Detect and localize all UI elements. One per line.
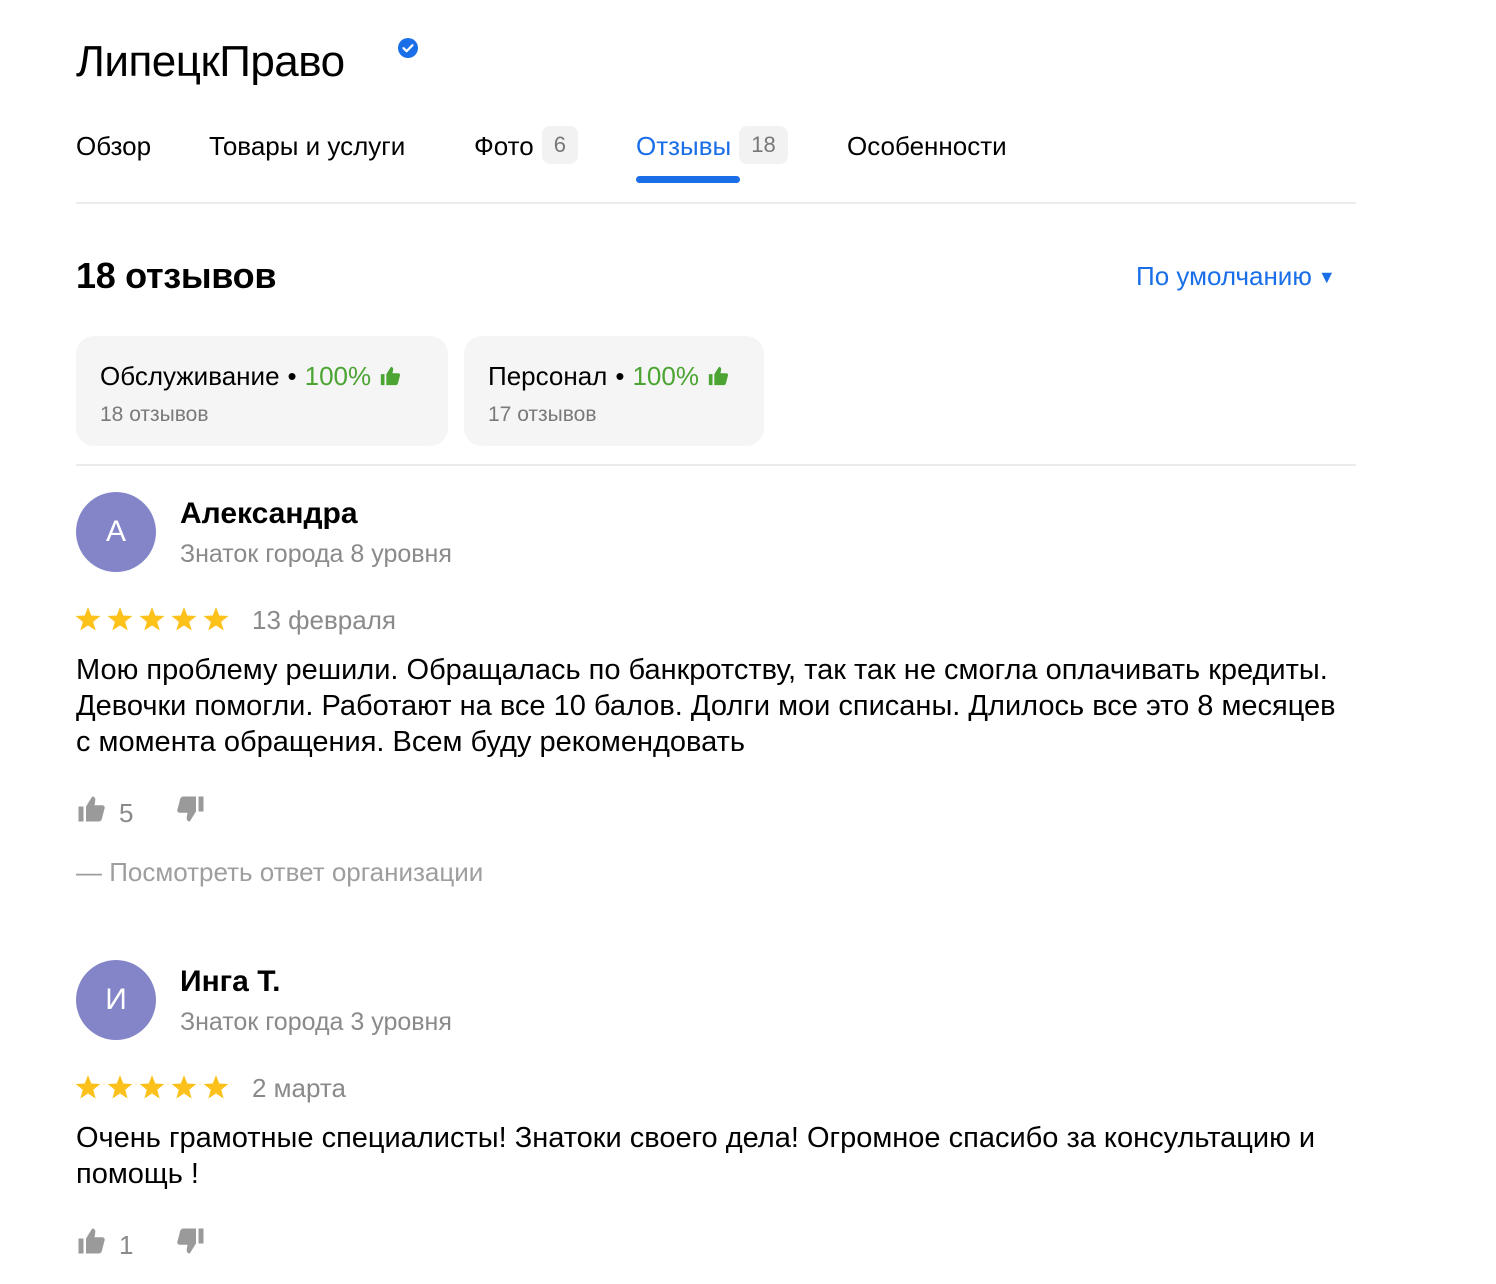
tabs-divider bbox=[76, 202, 1356, 204]
author-level: Знаток города 8 уровня bbox=[180, 540, 452, 568]
star-icon bbox=[107, 1075, 133, 1099]
star-icon bbox=[75, 607, 101, 631]
star-icon bbox=[203, 1075, 229, 1099]
thumb-up-icon bbox=[708, 366, 729, 386]
aspect-percent: 100% bbox=[304, 361, 372, 391]
tab-goods-services[interactable]: Товары и услуги bbox=[209, 126, 405, 166]
star-icon bbox=[139, 1075, 165, 1099]
avatar[interactable]: И bbox=[76, 960, 156, 1040]
review-author[interactable]: Александра bbox=[180, 494, 358, 534]
aspect-name: Персонал bbox=[488, 361, 608, 391]
thumb-up-icon bbox=[78, 1228, 105, 1254]
tab-reviews[interactable]: Отзывы 18 bbox=[636, 126, 788, 166]
thumb-up-icon bbox=[380, 366, 401, 386]
tab-label: Фото bbox=[474, 131, 534, 161]
aspect-card-service[interactable]: Обслуживание • 100% 18 отзывов bbox=[76, 336, 448, 446]
tab-label: Товары и услуги bbox=[209, 131, 406, 161]
author-level: Знаток города 3 уровня bbox=[180, 1008, 452, 1036]
aspect-separator: • bbox=[615, 361, 625, 391]
like-count: 1 bbox=[119, 1230, 134, 1260]
aspects-divider bbox=[76, 464, 1356, 466]
chevron-down-icon: ▼ bbox=[1317, 267, 1336, 287]
tab-count-badge: 18 bbox=[739, 126, 788, 164]
tab-features[interactable]: Особенности bbox=[847, 126, 1007, 166]
aspect-reviews-count: 18 отзывов bbox=[100, 403, 209, 426]
active-tab-indicator bbox=[636, 176, 740, 183]
tab-label: Отзывы bbox=[636, 131, 732, 161]
thumb-up-icon bbox=[78, 796, 105, 822]
tab-label: Обзор bbox=[76, 131, 152, 161]
review-date: 2 марта bbox=[252, 1073, 346, 1103]
dislike-button[interactable] bbox=[176, 1226, 206, 1262]
aspect-percent: 100% bbox=[632, 361, 699, 391]
tab-label: Особенности bbox=[847, 131, 1007, 161]
star-rating bbox=[75, 1075, 229, 1099]
star-icon bbox=[171, 1075, 197, 1099]
dislike-button[interactable] bbox=[176, 794, 206, 830]
sort-label: По умолчанию bbox=[1136, 261, 1312, 291]
like-button[interactable] bbox=[76, 1226, 106, 1262]
tab-overview[interactable]: Обзор bbox=[76, 126, 151, 166]
review-text: Мою проблему решили. Обращалась по банкр… bbox=[76, 654, 1336, 758]
verified-check-icon bbox=[398, 38, 418, 58]
view-org-reply-link[interactable]: — Посмотреть ответ организации bbox=[76, 855, 483, 889]
aspect-reviews-count: 17 отзывов bbox=[488, 403, 597, 426]
review-text: Очень грамотные специалисты! Знатоки сво… bbox=[76, 1122, 1316, 1190]
thumb-down-icon bbox=[177, 796, 204, 822]
sort-dropdown[interactable]: По умолчанию ▼ bbox=[1136, 258, 1336, 295]
tab-count-badge: 6 bbox=[541, 126, 578, 164]
reviews-count-title: 18 отзывов bbox=[76, 255, 277, 296]
like-count: 5 bbox=[119, 798, 134, 828]
star-icon bbox=[139, 607, 165, 631]
aspect-separator: • bbox=[287, 361, 297, 391]
star-icon bbox=[203, 607, 229, 631]
avatar[interactable]: А bbox=[76, 492, 156, 572]
review-author[interactable]: Инга Т. bbox=[180, 962, 280, 1002]
star-rating bbox=[75, 607, 229, 631]
like-button[interactable] bbox=[76, 794, 106, 830]
org-title: ЛипецкПраво bbox=[76, 37, 345, 86]
tab-photos[interactable]: Фото 6 bbox=[474, 126, 578, 166]
review-date: 13 февраля bbox=[252, 605, 396, 635]
aspect-name: Обслуживание bbox=[100, 361, 280, 391]
star-icon bbox=[107, 607, 133, 631]
thumb-down-icon bbox=[177, 1228, 204, 1254]
star-icon bbox=[171, 607, 197, 631]
star-icon bbox=[75, 1075, 101, 1099]
aspect-card-staff[interactable]: Персонал • 100% 17 отзывов bbox=[464, 336, 764, 446]
